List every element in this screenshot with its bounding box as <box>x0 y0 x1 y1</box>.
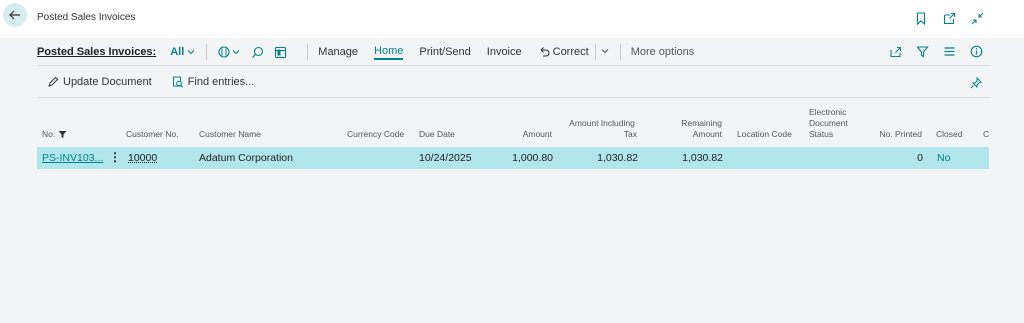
list-view-icon[interactable] <box>943 45 956 61</box>
view-selector[interactable]: All <box>170 46 196 58</box>
column-header-customer-name[interactable]: Customer Name <box>199 129 261 140</box>
column-header-line: Tax <box>623 129 637 139</box>
chevron-down-icon <box>232 50 240 55</box>
cell-customer-no[interactable]: 10000 <box>128 152 157 164</box>
column-header-currency-code[interactable]: Currency Code <box>347 129 404 140</box>
cell-customer-name: Adatum Corporation <box>199 152 293 164</box>
column-header-remaining-amount[interactable]: Remaining Amount <box>664 118 722 140</box>
sub-action-bar: Update Document Find entries... <box>47 73 274 91</box>
layout-icon <box>275 46 287 58</box>
analysis-icon <box>218 46 230 58</box>
find-entries-label: Find entries... <box>187 76 255 88</box>
column-header-truncated[interactable]: C <box>983 129 989 140</box>
menu-print-send[interactable]: Print/Send <box>419 46 470 58</box>
collapse-icon[interactable] <box>970 11 984 25</box>
column-header-customer-no[interactable]: Customer No. <box>126 129 178 140</box>
divider <box>307 44 309 60</box>
top-bar: Posted Sales Invoices <box>0 0 1024 38</box>
info-icon[interactable] <box>970 45 983 61</box>
menu-manage[interactable]: Manage <box>318 46 358 58</box>
filter-pane-button[interactable] <box>217 45 241 59</box>
column-header-due-date[interactable]: Due Date <box>419 129 455 140</box>
pin-icon[interactable] <box>970 76 982 94</box>
column-header-line: Remaining <box>681 118 722 128</box>
share-icon[interactable] <box>889 45 902 61</box>
chevron-down-icon <box>601 48 609 53</box>
cell-closed: No <box>937 152 951 164</box>
column-header-amount-incl-tax[interactable]: Amount Including Tax <box>560 118 644 140</box>
menu-home[interactable]: Home <box>374 45 404 60</box>
column-header-line: Amount Including <box>569 118 635 128</box>
find-entries-button[interactable]: Find entries... <box>172 76 255 88</box>
page-title: Posted Sales Invoices <box>37 12 136 23</box>
search-icon <box>252 46 264 58</box>
cell-amount-incl-tax: 1,030.82 <box>597 152 638 164</box>
search-button[interactable] <box>251 46 264 59</box>
column-header-location-code[interactable]: Location Code <box>737 129 792 140</box>
cell-no-printed: 0 <box>917 152 923 164</box>
column-header-line: Status <box>809 129 834 139</box>
column-header-no[interactable]: No. <box>42 129 67 140</box>
filter-icon <box>58 131 67 138</box>
cell-due-date: 10/24/2025 <box>419 152 472 164</box>
column-header-line: Document <box>809 118 848 128</box>
chevron-down-icon <box>187 50 195 55</box>
column-header-amount[interactable]: Amount <box>500 129 552 140</box>
divider <box>594 44 596 60</box>
more-options-button[interactable]: More options <box>631 46 695 58</box>
update-document-label: Update Document <box>63 76 152 88</box>
layout-button[interactable] <box>274 46 287 59</box>
divider <box>37 65 989 66</box>
cell-amount: 1,000.80 <box>512 152 553 164</box>
menu-invoice[interactable]: Invoice <box>487 46 522 58</box>
open-new-window-icon[interactable] <box>942 11 956 25</box>
cell-remaining-amount: 1,030.82 <box>682 152 723 164</box>
back-button[interactable] <box>3 3 27 27</box>
view-label: All <box>170 46 185 58</box>
action-bar: Posted Sales Invoices: All Manage Home P… <box>37 40 989 64</box>
arrow-left-icon <box>9 10 20 20</box>
column-header-edoc-status[interactable]: Electronic Document Status <box>809 107 848 140</box>
bookmark-icon[interactable] <box>914 11 928 25</box>
divider <box>619 44 621 60</box>
correct-button[interactable]: Correct <box>538 46 589 58</box>
correct-label: Correct <box>552 46 589 58</box>
correct-dropdown[interactable] <box>600 46 610 59</box>
page-caption[interactable]: Posted Sales Invoices: <box>37 46 156 58</box>
undo-icon <box>540 47 550 57</box>
divider <box>37 97 989 98</box>
column-header-no-label: No. <box>42 129 56 139</box>
column-header-no-printed[interactable]: No. Printed <box>868 129 922 140</box>
column-header-closed[interactable]: Closed <box>936 129 962 140</box>
cell-no[interactable]: PS-INV103... <box>42 152 103 164</box>
find-document-icon <box>172 76 183 88</box>
filter-icon[interactable] <box>916 45 929 61</box>
pencil-icon <box>48 76 59 87</box>
column-header-line: Electronic <box>809 107 847 117</box>
row-actions-icon[interactable]: ⋮ <box>109 150 121 164</box>
update-document-button[interactable]: Update Document <box>47 76 152 88</box>
divider <box>206 44 208 60</box>
column-header-line: Amount <box>692 129 722 139</box>
